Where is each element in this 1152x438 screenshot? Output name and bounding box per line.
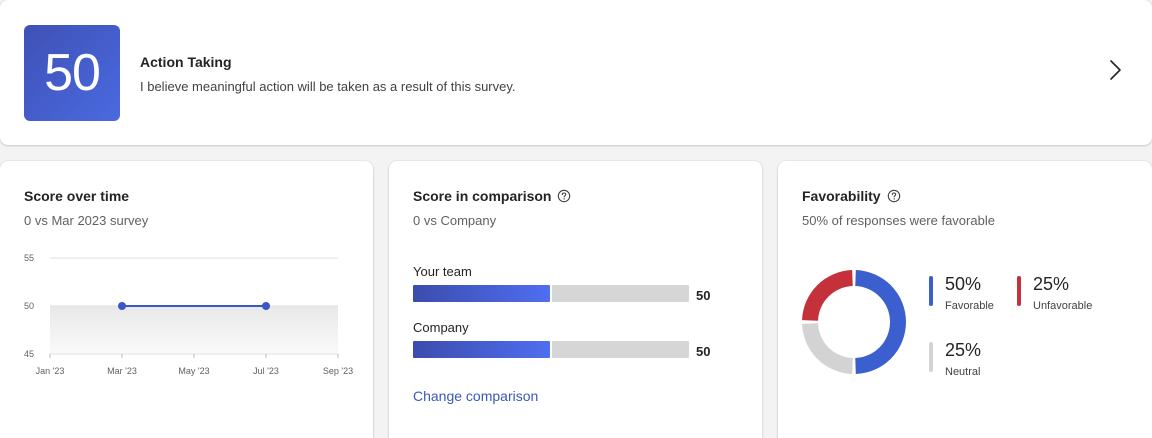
x-tick-label: Jan '23 (36, 366, 65, 376)
chevron-right-icon[interactable] (1104, 58, 1128, 82)
bar-remainder (552, 341, 689, 358)
help-icon[interactable] (887, 189, 901, 203)
bar-label-your-team: Your team (413, 264, 472, 279)
legend-swatch (1017, 276, 1021, 306)
legend-swatch (929, 276, 933, 306)
legend-percent: 50% (945, 274, 982, 294)
data-point (262, 302, 270, 310)
bar-remainder (552, 285, 689, 302)
y-tick-label: 50 (24, 301, 34, 311)
area-fill (50, 306, 338, 354)
x-tick-label: Sep '23 (323, 366, 353, 376)
favorability-donut-chart (802, 270, 906, 374)
x-tick-label: May '23 (178, 366, 209, 376)
bar-label-company: Company (413, 320, 469, 335)
donut-slice-favorable (855, 270, 906, 374)
score-line-chart: 55 50 45Jan '23 Mar '23 May '23 Jul '23 Sep '2… (24, 253, 353, 376)
legend-label: Favorable (945, 300, 994, 312)
bar-fill (413, 285, 550, 302)
x-tick-label: Mar '23 (107, 366, 137, 376)
legend-label: Unfavorable (1033, 300, 1093, 312)
legend-percent: 25% (1033, 274, 1070, 294)
legend-percent: 25% (945, 340, 982, 360)
question-title: Action Taking (140, 54, 232, 70)
score-tile: 50 (24, 25, 120, 121)
card-title: Favorability (802, 188, 901, 204)
donut-slice-unfavorable (802, 270, 853, 321)
change-comparison-link[interactable]: Change comparison (413, 388, 538, 404)
legend-label: Neutral (945, 366, 981, 378)
y-tick-label: 55 (24, 253, 34, 263)
score-comparison-card: Score in comparison 0 vs Company Your te… (389, 161, 762, 438)
bar-value-your-team: 50 (696, 288, 711, 303)
question-description: I believe meaningful action will be take… (140, 79, 516, 94)
card-subtitle: 0 vs Company (413, 213, 497, 228)
legend-swatch (929, 342, 933, 372)
y-tick-label: 45 (24, 349, 34, 359)
favorability-card: Favorability 50% of responses were favor… (778, 161, 1152, 438)
card-subtitle: 50% of responses were favorable (802, 213, 995, 228)
score-value: 50 (44, 44, 101, 102)
donut-slice-neutral (802, 323, 853, 374)
x-tick-label: Jul '23 (253, 366, 279, 376)
bar-your-team (413, 285, 689, 302)
bar-fill (413, 341, 550, 358)
help-icon[interactable] (557, 189, 571, 203)
score-over-time-card: Score over time 0 vs Mar 2023 survey 55 5… (0, 161, 373, 438)
data-point (118, 302, 126, 310)
bar-value-company: 50 (696, 344, 711, 359)
card-title: Score in comparison (413, 188, 571, 204)
question-summary-card[interactable]: 50 Action Taking I believe meaningful ac… (0, 0, 1152, 145)
bar-company (413, 341, 689, 358)
